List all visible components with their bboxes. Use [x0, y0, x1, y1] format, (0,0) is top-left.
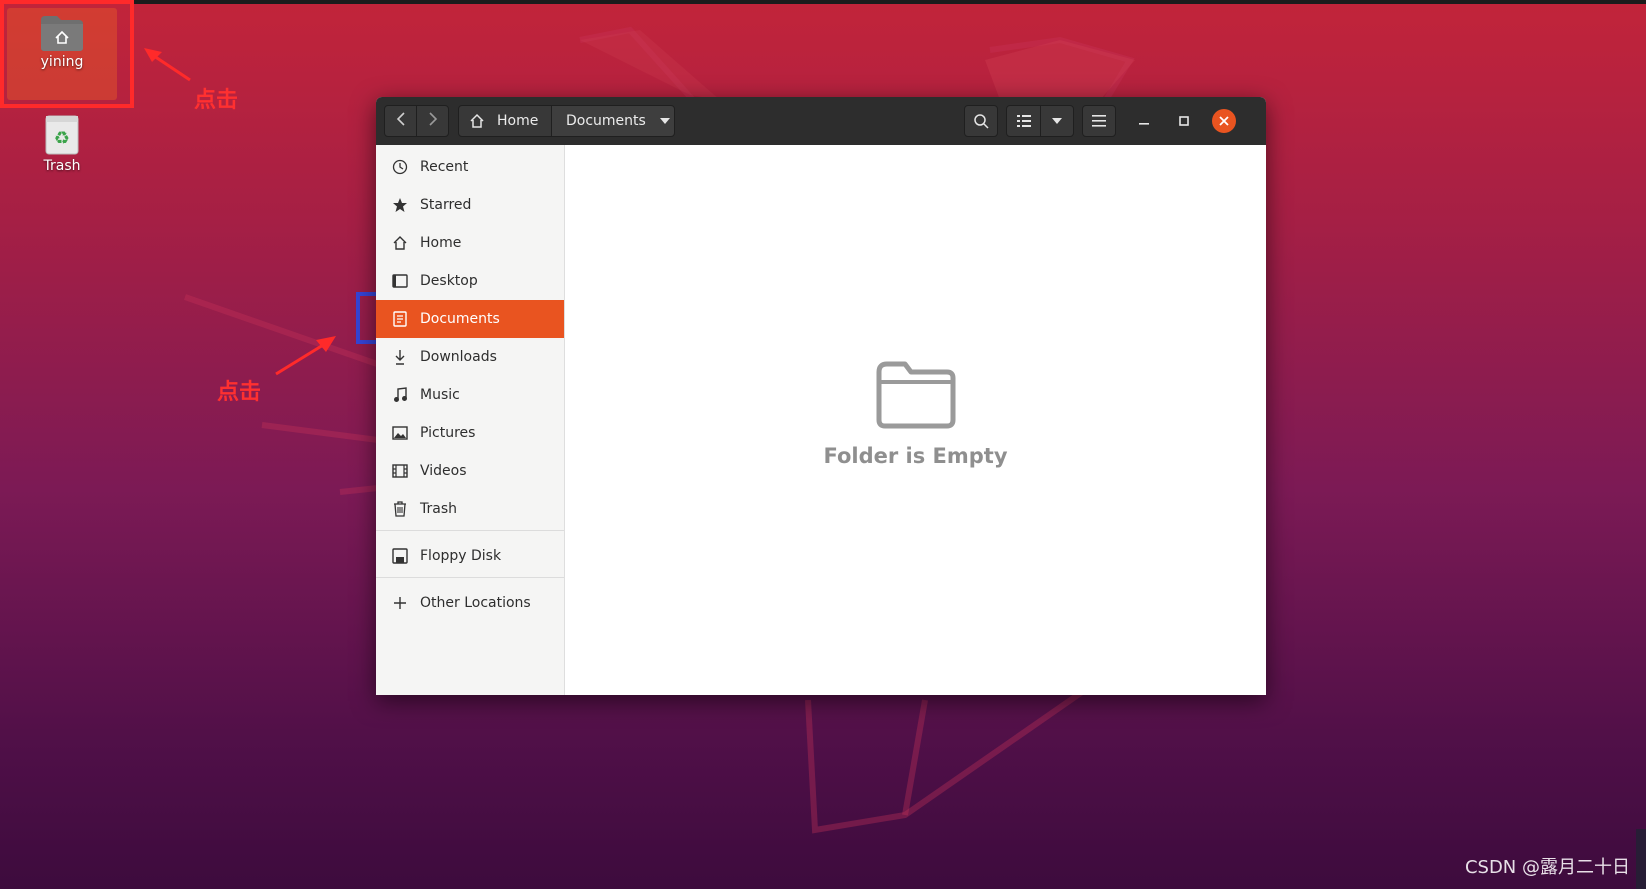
- sidebar-separator: [376, 577, 564, 578]
- home-icon: [390, 233, 410, 253]
- empty-folder-icon: [875, 360, 957, 434]
- download-icon: [390, 347, 410, 367]
- sidebar-item-desktop[interactable]: Desktop: [376, 262, 564, 300]
- empty-state: Folder is Empty: [565, 360, 1266, 468]
- path-current-label: Documents: [566, 113, 646, 129]
- sidebar-item-label: Desktop: [420, 273, 478, 289]
- search-button[interactable]: [964, 105, 998, 137]
- sidebar-item-label: Pictures: [420, 425, 476, 441]
- back-button[interactable]: [384, 105, 417, 137]
- sidebar-item-label: Starred: [420, 197, 472, 213]
- video-icon: [390, 461, 410, 481]
- annotation-arrow-2: [275, 336, 336, 376]
- floppy-icon: [390, 546, 410, 566]
- annotation-click-label-2: 点击: [217, 380, 262, 405]
- watermark: CSDN @露月二十日: [1464, 857, 1630, 878]
- close-icon: [1219, 116, 1229, 126]
- path-home-button[interactable]: Home: [458, 105, 552, 137]
- desktop-trash[interactable]: ♻ Trash: [7, 108, 117, 174]
- annotation-click-label-1: 点击: [194, 88, 239, 113]
- sidebar-item-label: Videos: [420, 463, 467, 479]
- sidebar-item-documents[interactable]: Documents: [376, 300, 564, 338]
- minimize-icon: [1139, 116, 1149, 126]
- recycle-bin-icon: ♻: [43, 114, 81, 156]
- maximize-button[interactable]: [1172, 109, 1196, 133]
- desktop-icon: [390, 271, 410, 291]
- sidebar-item-home[interactable]: Home: [376, 224, 564, 262]
- file-manager-window: Home Documents Recent Starred Home Deskt…: [376, 97, 1266, 695]
- path-home-label: Home: [497, 113, 539, 129]
- sidebar-item-pictures[interactable]: Pictures: [376, 414, 564, 452]
- sidebar-item-label: Music: [420, 387, 460, 403]
- search-icon: [973, 113, 989, 129]
- document-icon: [390, 309, 410, 329]
- sidebar-item-other-locations[interactable]: Other Locations: [376, 584, 564, 622]
- sidebar-item-music[interactable]: Music: [376, 376, 564, 414]
- sidebar-item-label: Documents: [420, 311, 500, 327]
- sidebar-item-label: Other Locations: [420, 595, 531, 611]
- maximize-icon: [1179, 116, 1189, 126]
- sidebar-item-recent[interactable]: Recent: [376, 148, 564, 186]
- plus-icon: [390, 593, 410, 613]
- path-current-button[interactable]: Documents: [551, 105, 675, 137]
- close-button[interactable]: [1212, 109, 1236, 133]
- sidebar-item-label: Downloads: [420, 349, 497, 365]
- sidebar-item-trash[interactable]: Trash: [376, 490, 564, 528]
- sidebar-item-label: Trash: [420, 501, 457, 517]
- svg-text:♻: ♻: [54, 128, 70, 149]
- file-view[interactable]: Folder is Empty: [565, 145, 1266, 695]
- empty-folder-text: Folder is Empty: [823, 444, 1008, 468]
- clock-icon: [390, 157, 410, 177]
- places-sidebar: Recent Starred Home Desktop Documents Do…: [376, 145, 565, 695]
- hamburger-menu-icon: [1092, 115, 1106, 127]
- caret-down-icon: [1052, 118, 1062, 124]
- chevron-right-icon: [428, 111, 438, 131]
- top-bar-strip: [0, 0, 1646, 4]
- music-icon: [390, 385, 410, 405]
- star-icon: [390, 195, 410, 215]
- desktop-trash-label: Trash: [43, 158, 81, 174]
- home-icon: [469, 113, 485, 129]
- menu-button[interactable]: [1082, 105, 1116, 137]
- minimize-button[interactable]: [1132, 109, 1156, 133]
- sidebar-item-label: Recent: [420, 159, 469, 175]
- header-bar: Home Documents: [376, 97, 1266, 146]
- edge-widget: [1636, 829, 1646, 889]
- caret-down-icon: [659, 118, 670, 124]
- chevron-left-icon: [396, 111, 406, 131]
- sidebar-item-starred[interactable]: Starred: [376, 186, 564, 224]
- view-list-button[interactable]: [1006, 105, 1041, 137]
- sidebar-item-floppy-disk[interactable]: Floppy Disk: [376, 537, 564, 575]
- trash-icon: [390, 499, 410, 519]
- sidebar-item-downloads[interactable]: Downloads: [376, 338, 564, 376]
- list-view-icon: [1016, 115, 1031, 127]
- sidebar-item-videos[interactable]: Videos: [376, 452, 564, 490]
- sidebar-item-label: Home: [420, 235, 462, 251]
- picture-icon: [390, 423, 410, 443]
- view-options-button[interactable]: [1040, 105, 1074, 137]
- sidebar-item-label: Floppy Disk: [420, 548, 502, 564]
- sidebar-separator: [376, 530, 564, 531]
- annotation-arrow-1: [144, 48, 191, 82]
- annotation-red-box: [0, 0, 134, 108]
- forward-button[interactable]: [416, 105, 449, 137]
